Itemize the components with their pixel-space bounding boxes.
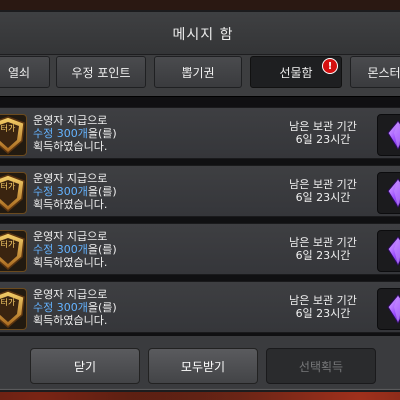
reward-amount: 수정 300개 [33, 127, 88, 140]
reward-item-slot[interactable] [377, 230, 400, 272]
message-line-3: 획득하였습니다. [33, 140, 108, 153]
sender-badge-icon: 터가 [0, 288, 27, 330]
reward-suffix: 을(를) [87, 243, 117, 256]
remaining-period-label: 남은 보관 기간 [289, 294, 357, 307]
tab-keys-label: 열쇠 [7, 65, 31, 80]
reward-item-slot[interactable] [377, 114, 400, 156]
message-row[interactable]: 터가 운영자 지급으로 수정 300개을(를) 획득하였습니다. 남은 보관 기… [0, 281, 400, 333]
sender-badge-text: 터가 [0, 124, 16, 133]
shield-emblem-icon [0, 116, 25, 154]
remaining-period-label: 남은 보관 기간 [289, 236, 357, 249]
tab-gift-box[interactable]: 선물함 ! [250, 56, 342, 88]
tab-gacha-tickets-label: 뽑기권 [181, 65, 215, 80]
sender-badge-text: 터가 [0, 182, 16, 191]
sender-badge-text: 터가 [0, 240, 16, 249]
tab-bar: 열쇠 우정 포인트 뽑기권 선물함 ! 몬스터 [0, 56, 400, 90]
receive-selected-button-label: 선택획득 [298, 359, 344, 374]
shield-emblem-icon [0, 290, 25, 328]
message-line-1: 운영자 지급으로 [33, 230, 108, 243]
reward-amount: 수정 300개 [33, 243, 88, 256]
message-text: 운영자 지급으로 수정 300개을(를) 획득하였습니다. [33, 230, 117, 269]
remaining-period-label: 남은 보관 기간 [289, 120, 357, 133]
sender-badge-text: 터가 [0, 298, 16, 307]
message-line-2: 수정 300개을(를) [33, 127, 117, 140]
reward-suffix: 을(를) [87, 127, 117, 140]
message-box-dialog: 메시지 함 열쇠 우정 포인트 뽑기권 선물함 ! 몬스터 터가 운영자 지급으… [0, 10, 400, 392]
notification-badge-icon: ! [323, 59, 337, 73]
sender-badge-icon: 터가 [0, 230, 27, 272]
sender-badge-icon: 터가 [0, 172, 27, 214]
tab-friend-points-label: 우정 포인트 [71, 65, 131, 80]
message-row[interactable]: 터가 운영자 지급으로 수정 300개을(를) 획득하였습니다. 남은 보관 기… [0, 107, 400, 159]
message-row[interactable]: 터가 운영자 지급으로 수정 300개을(를) 획득하였습니다. 남은 보관 기… [0, 223, 400, 275]
reward-suffix: 을(를) [87, 301, 117, 314]
message-text: 운영자 지급으로 수정 300개을(를) 획득하였습니다. [33, 114, 117, 153]
remaining-period-value: 6일 23시간 [295, 133, 351, 146]
message-line-2: 수정 300개을(를) [33, 301, 117, 314]
receive-selected-button: 선택획득 [266, 348, 376, 384]
reward-item-slot[interactable] [377, 172, 400, 214]
purple-crystal-icon [387, 120, 400, 150]
remaining-period-value: 6일 23시간 [295, 307, 351, 320]
message-line-1: 운영자 지급으로 [33, 288, 108, 301]
tab-keys[interactable]: 열쇠 [0, 56, 50, 88]
tab-monsters[interactable]: 몬스터 [350, 56, 400, 88]
message-line-2: 수정 300개을(를) [33, 185, 117, 198]
remaining-period: 남은 보관 기간 6일 23시간 [263, 178, 383, 204]
message-list[interactable]: 터가 운영자 지급으로 수정 300개을(를) 획득하였습니다. 남은 보관 기… [0, 96, 400, 337]
tab-gift-box-label: 선물함 [279, 65, 313, 80]
remaining-period-value: 6일 23시간 [295, 191, 351, 204]
tab-monsters-label: 몬스터 [367, 65, 400, 80]
message-row[interactable]: 터가 운영자 지급으로 수정 300개을(를) 획득하였습니다. 남은 보관 기… [0, 165, 400, 217]
shield-emblem-icon [0, 232, 25, 270]
message-line-1: 운영자 지급으로 [33, 172, 108, 185]
message-line-3: 획득하였습니다. [33, 314, 108, 327]
reward-amount: 수정 300개 [33, 301, 88, 314]
reward-item-slot[interactable] [377, 288, 400, 330]
message-line-1: 운영자 지급으로 [33, 114, 108, 127]
title-bar: 메시지 함 [0, 12, 400, 55]
purple-crystal-icon [387, 236, 400, 266]
receive-all-button[interactable]: 모두받기 [148, 348, 258, 384]
reward-suffix: 을(를) [87, 185, 117, 198]
message-line-3: 획득하였습니다. [33, 198, 108, 211]
message-text: 운영자 지급으로 수정 300개을(를) 획득하였습니다. [33, 172, 117, 211]
remaining-period: 남은 보관 기간 6일 23시간 [263, 294, 383, 320]
footer-bar: 닫기 모두받기 선택획득 [0, 336, 400, 388]
close-button-label: 닫기 [73, 359, 97, 374]
close-button[interactable]: 닫기 [30, 348, 140, 384]
purple-crystal-icon [387, 178, 400, 208]
reward-amount: 수정 300개 [33, 185, 88, 198]
message-line-2: 수정 300개을(를) [33, 243, 117, 256]
receive-all-button-label: 모두받기 [180, 359, 226, 374]
tab-gacha-tickets[interactable]: 뽑기권 [154, 56, 242, 88]
tab-friend-points[interactable]: 우정 포인트 [56, 56, 146, 88]
shield-emblem-icon [0, 174, 25, 212]
remaining-period: 남은 보관 기간 6일 23시간 [263, 236, 383, 262]
dialog-title: 메시지 함 [172, 27, 234, 43]
remaining-period: 남은 보관 기간 6일 23시간 [263, 120, 383, 146]
purple-crystal-icon [387, 294, 400, 324]
sender-badge-icon: 터가 [0, 114, 27, 156]
remaining-period-label: 남은 보관 기간 [289, 178, 357, 191]
remaining-period-value: 6일 23시간 [295, 249, 351, 262]
message-text: 운영자 지급으로 수정 300개을(를) 획득하였습니다. [33, 288, 117, 327]
message-line-3: 획득하였습니다. [33, 256, 108, 269]
